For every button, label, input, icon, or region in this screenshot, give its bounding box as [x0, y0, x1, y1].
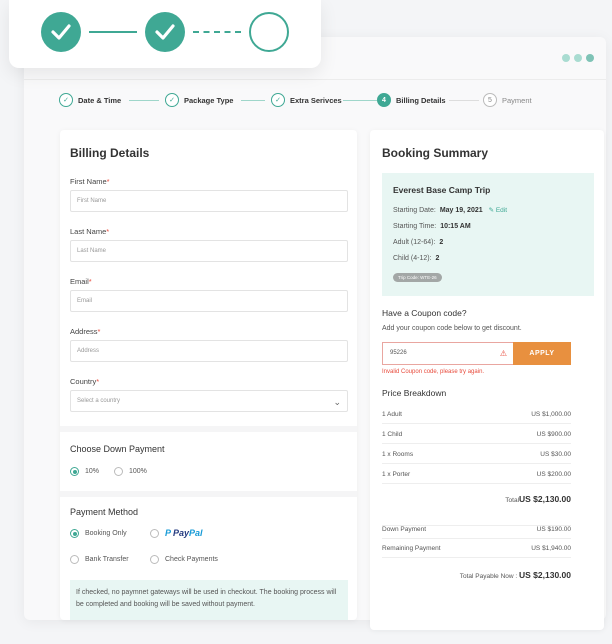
progress-step-complete-icon: [145, 12, 185, 52]
progress-card: [9, 0, 321, 68]
last-name-label: Last Name*: [70, 227, 110, 236]
first-name-label: First Name*: [70, 177, 110, 186]
window-dots-icon: [562, 54, 594, 62]
payment-booking-only[interactable]: Booking Only: [70, 529, 127, 538]
payment-check[interactable]: Check Payments: [150, 555, 218, 564]
trip-name: Everest Base Camp Trip: [393, 185, 491, 195]
coupon-title: Have a Coupon code?: [382, 308, 467, 318]
check-icon: ✓: [271, 93, 285, 107]
coupon-subtitle: Add your coupon code below to get discou…: [382, 325, 522, 332]
address-input[interactable]: Address: [70, 340, 348, 362]
progress-connector: [89, 31, 137, 33]
billing-title: Billing Details: [70, 146, 150, 160]
step-number-badge: 5: [483, 93, 497, 107]
step-connector: [129, 100, 159, 101]
radio-icon: [150, 555, 159, 564]
radio-selected-icon: [70, 529, 79, 538]
radio-icon: [70, 555, 79, 564]
summary-title: Booking Summary: [382, 146, 489, 160]
total-row: TotalUS $2,130.00: [505, 494, 571, 504]
email-input[interactable]: Email: [70, 290, 348, 312]
step-connector: [241, 100, 265, 101]
check-icon: ✓: [165, 93, 179, 107]
progress-step-complete-icon: [41, 12, 81, 52]
payment-method-title: Payment Method: [70, 507, 139, 517]
country-select[interactable]: Select a country ⌄: [70, 390, 348, 412]
starting-time-row: Starting Time: 10:15 AM: [393, 223, 471, 230]
step-connector: [343, 100, 377, 101]
down-payment-title: Choose Down Payment: [70, 444, 165, 454]
coupon-error: Invalid Coupon code, please try again.: [382, 369, 485, 375]
radio-icon: [114, 467, 123, 476]
progress-step-pending-icon: [249, 12, 289, 52]
step-extra-services[interactable]: ✓ Extra Serivces: [271, 93, 342, 107]
billing-details-card: Billing Details First Name* First Name L…: [60, 130, 357, 620]
coupon-input[interactable]: 95226 ⚠: [382, 342, 513, 365]
starting-date-row: Starting Date: May 19, 2021 ✎ Edit: [393, 207, 508, 214]
pencil-icon: ✎: [488, 207, 495, 214]
apply-coupon-button[interactable]: APPLY: [513, 342, 571, 365]
total-payable-row: Total Payable Now : US $2,130.00: [459, 570, 571, 580]
radio-icon: [150, 528, 159, 538]
step-package-type[interactable]: ✓ Package Type: [165, 93, 233, 107]
step-date-time[interactable]: ✓ Date & Time: [59, 93, 121, 107]
first-name-input[interactable]: First Name: [70, 190, 348, 212]
booking-window: ✓ Date & Time ✓ Package Type ✓ Extra Ser…: [24, 37, 606, 630]
price-row: 1 x Rooms US $30.00: [382, 451, 571, 464]
warning-icon: ⚠: [499, 349, 507, 358]
price-row: 1 x Porter US $200.00: [382, 471, 571, 484]
payment-bank-transfer[interactable]: Bank Transfer: [70, 555, 129, 564]
remaining-payment-row: Remaining Payment US $1,940.00: [382, 545, 571, 558]
address-label: Address*: [70, 327, 101, 336]
progress-connector-dashed: [193, 31, 241, 33]
step-connector: [449, 100, 479, 101]
payment-paypal[interactable]: P Pay Pal: [150, 528, 203, 538]
step-billing-details[interactable]: 4 Billing Details: [377, 93, 446, 107]
paypal-p-icon: P: [165, 528, 172, 538]
edit-date-link[interactable]: ✎ Edit: [489, 207, 507, 214]
email-label: Email*: [70, 277, 92, 286]
radio-selected-icon: [70, 467, 79, 476]
country-label: Country*: [70, 377, 100, 386]
checkout-stepper: ✓ Date & Time ✓ Package Type ✓ Extra Ser…: [59, 93, 556, 111]
down-payment-row: Down Payment US $190.00: [382, 525, 571, 539]
price-row: 1 Adult US $1,000.00: [382, 411, 571, 424]
step-payment[interactable]: 5 Payment: [483, 93, 532, 107]
last-name-input[interactable]: Last Name: [70, 240, 348, 262]
divider: [24, 79, 606, 80]
section-divider: [60, 426, 357, 432]
chevron-down-icon: ⌄: [333, 397, 341, 407]
down-payment-100[interactable]: 100%: [114, 467, 147, 476]
price-breakdown-title: Price Breakdown: [382, 388, 447, 398]
booking-only-notice: If checked, no paymnet gateways will be …: [70, 580, 348, 620]
step-number-badge: 4: [377, 93, 391, 107]
section-divider: [60, 491, 357, 497]
trip-info-box: Everest Base Camp Trip Starting Date: May…: [382, 173, 594, 296]
child-row: Child (4-12): 2: [393, 255, 440, 262]
check-icon: ✓: [59, 93, 73, 107]
adult-row: Adult (12-64): 2: [393, 239, 444, 246]
price-row: 1 Child US $900.00: [382, 431, 571, 444]
paypal-logo: P Pay Pal: [165, 528, 203, 538]
booking-summary-card: Booking Summary Everest Base Camp Trip S…: [370, 130, 604, 630]
trip-code-badge: Trip Code: WTE-26: [393, 273, 442, 282]
down-payment-10[interactable]: 10%: [70, 467, 99, 476]
